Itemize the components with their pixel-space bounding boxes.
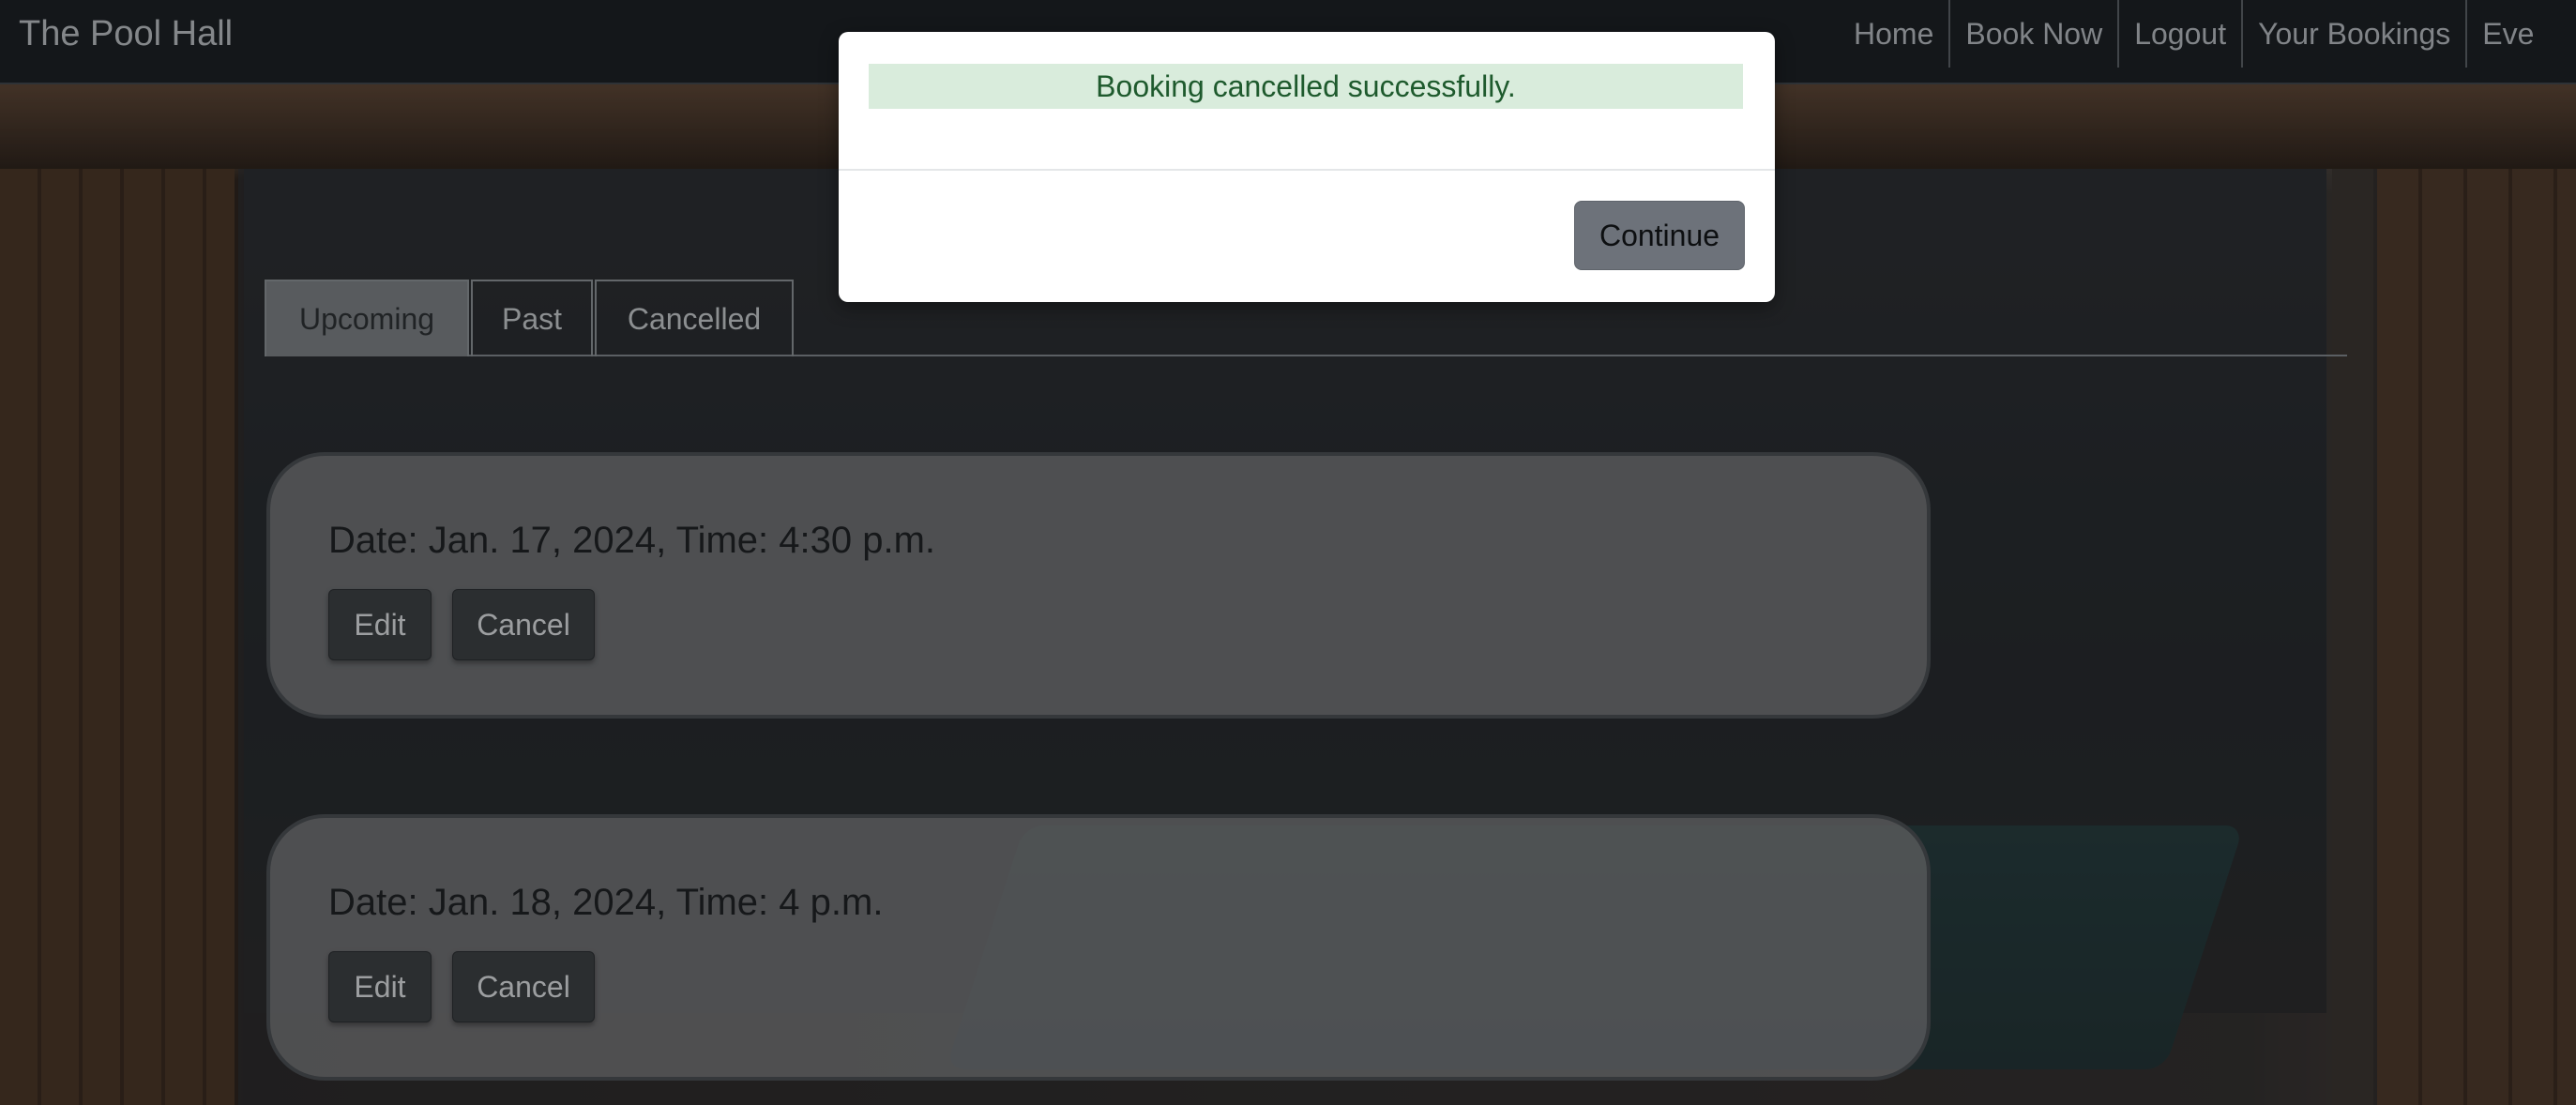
confirmation-modal: Booking cancelled successfully. Continue	[839, 32, 1775, 302]
success-alert: Booking cancelled successfully.	[869, 64, 1743, 109]
continue-button[interactable]: Continue	[1574, 201, 1745, 270]
modal-divider	[839, 169, 1775, 171]
